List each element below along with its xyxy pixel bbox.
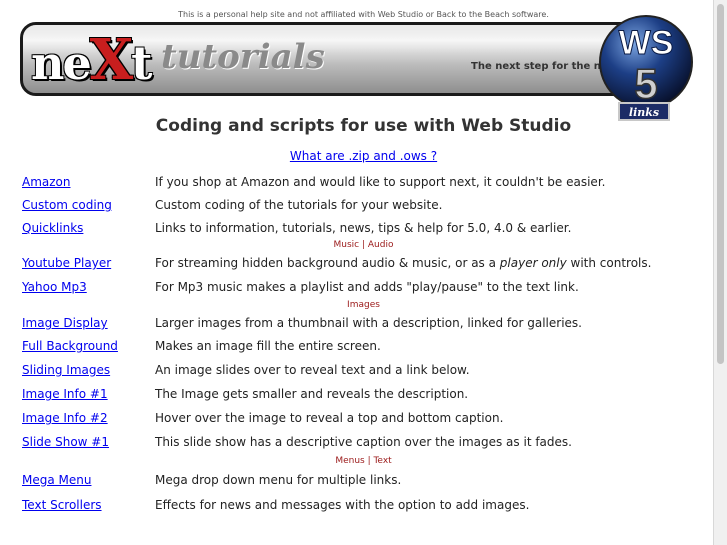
site-banner[interactable]: neXt tutorials The next step for the net (20, 22, 656, 96)
link-youtube-player[interactable]: Youtube Player (22, 253, 111, 273)
section-images: Images (347, 300, 380, 310)
faq-link[interactable]: What are .zip and .ows ? (0, 149, 727, 163)
link-amazon[interactable]: Amazon (22, 172, 71, 192)
banner-tagline: The next step for the net (471, 61, 613, 72)
desc-text: with controls. (566, 256, 652, 270)
link-image-info-1[interactable]: Image Info #1 (22, 384, 108, 404)
badge-number: 5 (634, 60, 657, 107)
link-description: Mega drop down menu for multiple links. (155, 473, 402, 487)
link-custom-coding[interactable]: Custom coding (22, 195, 112, 215)
link-yahoo-mp3[interactable]: Yahoo Mp3 (22, 277, 87, 297)
link-description: Links to information, tutorials, news, t… (155, 221, 572, 235)
link-description: Effects for news and messages with the o… (155, 498, 530, 512)
link-description: The Image gets smaller and reveals the d… (155, 387, 469, 401)
link-image-info-2[interactable]: Image Info #2 (22, 408, 108, 428)
badge-ws-text: WS (619, 24, 674, 62)
desc-emphasis: player only (499, 256, 567, 270)
link-description: This slide show has a descriptive captio… (155, 435, 572, 449)
link-slide-show-1[interactable]: Slide Show #1 (22, 432, 109, 452)
scrollbar-thumb[interactable] (717, 4, 724, 364)
link-description: Larger images from a thumbnail with a de… (155, 316, 582, 330)
section-menus-text: Menus | Text (335, 456, 392, 466)
desc-text: For streaming hidden background audio & … (155, 256, 500, 270)
link-image-display[interactable]: Image Display (22, 313, 108, 333)
logo-next: neXt (31, 27, 152, 93)
page-title: Coding and scripts for use with Web Stud… (155, 116, 572, 136)
ws5-links-badge[interactable]: WS 5 links (598, 12, 694, 126)
vertical-scrollbar[interactable] (713, 0, 727, 545)
link-description: Custom coding of the tutorials for your … (155, 198, 443, 212)
link-description: If you shop at Amazon and would like to … (155, 175, 606, 189)
link-full-background[interactable]: Full Background (22, 336, 118, 356)
link-description: Makes an image fill the entire screen. (155, 339, 381, 353)
link-text-scrollers[interactable]: Text Scrollers (22, 495, 102, 515)
section-music-audio: Music | Audio (333, 240, 394, 250)
link-mega-menu[interactable]: Mega Menu (22, 470, 91, 490)
link-description: An image slides over to reveal text and … (155, 363, 470, 377)
logo-next-pre: ne (31, 36, 92, 90)
logo-next-x: X (89, 27, 133, 93)
logo-next-post: t (131, 36, 152, 90)
link-sliding-images[interactable]: Sliding Images (22, 360, 110, 380)
link-description: Hover over the image to reveal a top and… (155, 411, 504, 425)
link-quicklinks[interactable]: Quicklinks (22, 218, 83, 238)
logo-tutorials: tutorials (161, 37, 325, 77)
link-description: For streaming hidden background audio & … (155, 253, 651, 273)
link-description: For Mp3 music makes a playlist and adds … (155, 280, 579, 294)
